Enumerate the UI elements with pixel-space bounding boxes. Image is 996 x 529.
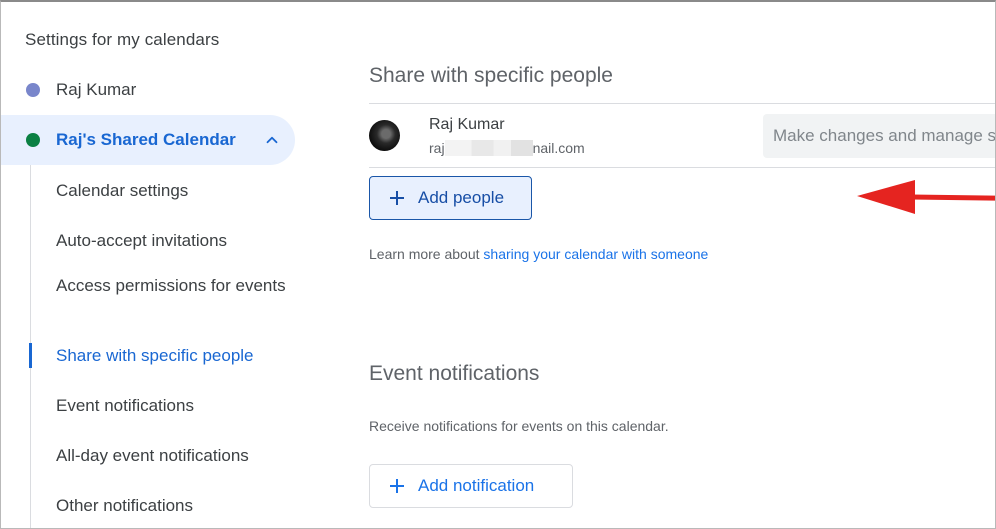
notifications-description: Receive notifications for events on this… [369, 418, 669, 434]
share-help-text: Learn more about sharing your calendar w… [369, 246, 708, 262]
email-redaction [444, 140, 533, 156]
subnav-share-specific-people[interactable]: Share with specific people [56, 343, 286, 368]
notifications-section-title: Event notifications [369, 362, 540, 385]
calendar-label: Raj Kumar [56, 80, 137, 99]
chevron-up-icon[interactable] [263, 131, 281, 149]
subnav-event-notifications[interactable]: Event notifications [56, 393, 286, 418]
person-email: raj nail.com [429, 140, 585, 156]
main-content: Share with specific people Raj Kumar raj… [321, 2, 995, 528]
add-notification-button[interactable]: Add notification [369, 464, 573, 508]
active-indicator [29, 343, 32, 368]
calendar-subnav: Calendar settings Auto-accept invitation… [29, 165, 300, 528]
window-frame: Settings for my calendars Raj Kumar Raj'… [0, 0, 996, 529]
sidebar: Settings for my calendars Raj Kumar Raj'… [1, 2, 321, 528]
calendar-color-dot [26, 83, 40, 97]
subnav-other-notifications[interactable]: Other notifications [56, 493, 286, 518]
add-people-label: Add people [418, 188, 505, 207]
sidebar-heading: Settings for my calendars [25, 30, 220, 49]
sidebar-calendar-shared[interactable]: Raj's Shared Calendar [1, 115, 295, 165]
subnav-auto-accept[interactable]: Auto-accept invitations [56, 228, 286, 253]
person-name: Raj Kumar [429, 116, 505, 133]
subnav-calendar-settings[interactable]: Calendar settings [56, 178, 286, 203]
plus-icon [390, 191, 404, 205]
sidebar-calendar-raj-kumar[interactable]: Raj Kumar [1, 65, 295, 115]
red-arrow-annotation [857, 180, 995, 214]
share-section-title: Share with specific people [369, 64, 613, 87]
avatar [369, 120, 400, 151]
calendar-label: Raj's Shared Calendar [56, 130, 236, 149]
divider [369, 167, 995, 168]
email-prefix: raj [429, 140, 445, 156]
plus-icon [390, 479, 404, 493]
divider [369, 103, 995, 104]
help-prefix: Learn more about [369, 246, 484, 262]
permission-select[interactable]: Make changes and manage s [763, 114, 995, 158]
add-notification-label: Add notification [418, 476, 535, 495]
subnav-all-day-notifications[interactable]: All-day event notifications [56, 443, 286, 468]
calendar-color-dot [26, 133, 40, 147]
add-people-button[interactable]: Add people [369, 176, 532, 220]
subnav-access-permissions[interactable]: Access permissions for events [56, 273, 286, 298]
email-suffix: nail.com [532, 140, 585, 156]
help-link[interactable]: sharing your calendar with someone [483, 246, 708, 262]
